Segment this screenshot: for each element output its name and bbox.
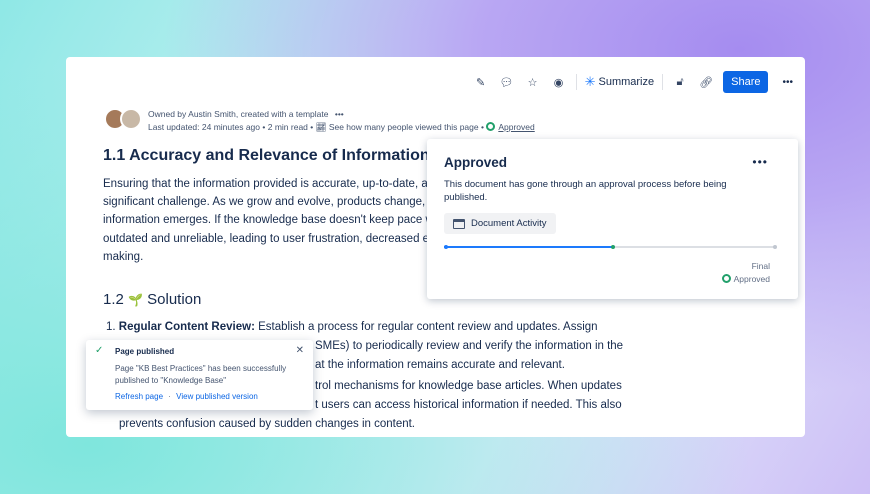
toolbar: ✎ 💬︎ ☆ ◉ ✳ Summarize 🔓︎ 🔗︎ Share ••• — [472, 71, 793, 93]
last-updated: Last updated: 24 minutes ago — [148, 122, 260, 132]
sparkle-icon: ✳ — [584, 74, 596, 89]
watch-eye-icon[interactable]: ◉ — [550, 73, 568, 91]
text-line: making. — [103, 250, 144, 263]
document-activity-button[interactable]: Document Activity — [444, 213, 556, 234]
close-icon[interactable]: ✕ — [296, 345, 304, 356]
seedling-icon: 🌱 — [128, 293, 143, 307]
heading-solution: 1.2 🌱 Solution — [103, 291, 201, 308]
approval-progress — [444, 242, 781, 252]
paragraph: Ensuring that the information provided i… — [103, 175, 451, 266]
heading-accuracy: 1.1 Accuracy and Relevance of Informatio… — [103, 147, 430, 164]
owner-text: Owned by Austin Smith, created with a te… — [148, 109, 329, 119]
heading-text: Solution — [147, 291, 202, 308]
button-label: Document Activity — [471, 218, 547, 229]
popover-description: This document has gone through an approv… — [444, 179, 727, 203]
text-line: outdated and unreliable, leading to user… — [103, 232, 447, 245]
separator: • — [480, 122, 484, 132]
separator: · — [168, 392, 171, 401]
approved-status-icon — [486, 122, 496, 131]
summarize-button[interactable]: ✳ Summarize — [585, 74, 655, 90]
separator: • — [310, 122, 314, 132]
window-icon — [453, 218, 465, 229]
view-published-version-link[interactable]: View published version — [176, 392, 258, 401]
owner-more-button[interactable]: ••• — [335, 109, 344, 119]
step-final — [773, 245, 777, 249]
text-line: significant challenge. As we grow and ev… — [103, 196, 451, 209]
toast-actions: Refresh page · View published version — [115, 392, 258, 401]
approval-popover: Approved ••• This document has gone thro… — [427, 139, 798, 299]
text-line: Ensuring that the information provided i… — [103, 178, 441, 190]
toast-message: Page "KB Best Practices" has been succes… — [115, 364, 287, 385]
approved-icon — [721, 274, 731, 283]
page-meta: Owned by Austin Smith, created with a te… — [104, 108, 535, 134]
share-button[interactable]: Share — [723, 71, 769, 93]
divider — [662, 74, 664, 90]
text-line: Establish a process for regular content … — [254, 321, 598, 333]
text-line: prevents confusion caused by sudden chan… — [119, 418, 416, 430]
copy-link-icon[interactable]: 🔗︎ — [697, 73, 715, 91]
approved-status-link[interactable]: Approved — [498, 122, 534, 132]
divider — [575, 74, 577, 90]
step-start — [444, 245, 448, 249]
check-icon: ✓ — [95, 345, 104, 356]
analytics-icon: 📈︎ — [315, 122, 327, 132]
restrictions-lock-icon[interactable]: 🔓︎ — [671, 73, 689, 91]
final-status: Approved — [733, 274, 770, 284]
list-item-title: Regular Content Review: — [118, 321, 255, 333]
step-current — [610, 245, 615, 249]
list-number: 1. — [106, 321, 116, 333]
popover-more-button[interactable]: ••• — [752, 155, 768, 169]
final-step: Final Approved — [721, 260, 770, 286]
star-icon[interactable]: ☆ — [524, 73, 542, 91]
heading-number: 1.2 — [103, 291, 124, 308]
avatar[interactable] — [120, 108, 142, 130]
text-line: information emerges. If the knowledge ba… — [103, 214, 446, 227]
more-actions-button[interactable]: ••• — [782, 77, 793, 88]
toast-title: Page published — [115, 347, 175, 356]
final-label: Final — [751, 261, 770, 271]
comment-icon[interactable]: 💬︎ — [498, 73, 516, 91]
refresh-page-link[interactable]: Refresh page — [115, 392, 163, 401]
progress-fill — [444, 246, 613, 248]
avatars — [104, 108, 142, 134]
popover-title: Approved — [444, 155, 508, 170]
page-published-toast: ✓ Page published ✕ Page "KB Best Practic… — [86, 340, 313, 410]
edit-pencil-icon[interactable]: ✎ — [472, 73, 490, 91]
page-views-link[interactable]: See how many people viewed this page — [329, 122, 479, 132]
read-time: 2 min read — [267, 122, 308, 132]
separator: • — [262, 122, 266, 132]
